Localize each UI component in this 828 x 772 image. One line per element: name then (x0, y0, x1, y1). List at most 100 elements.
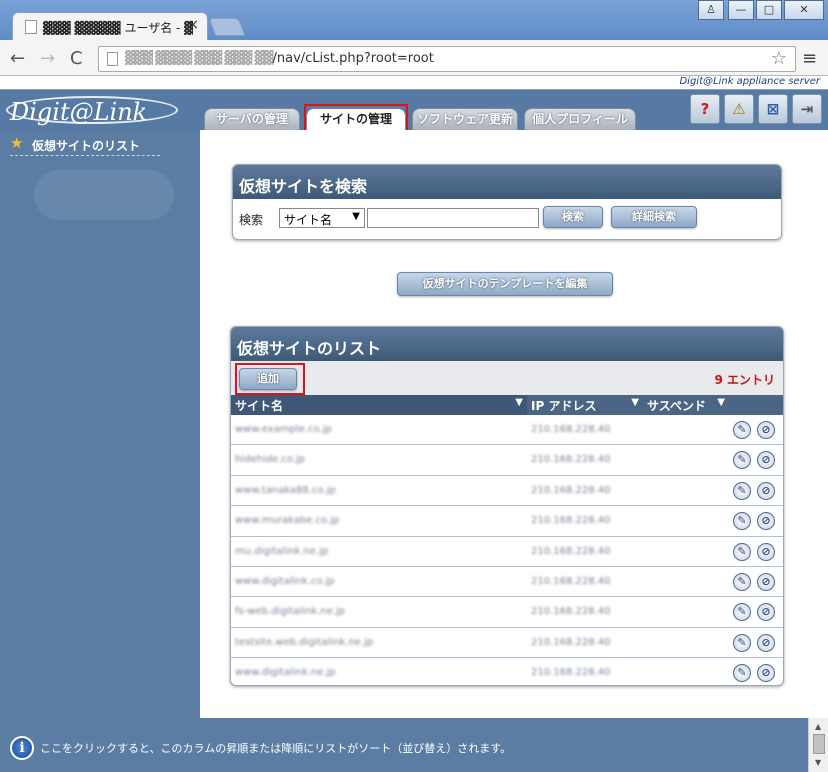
main-content: 仮想サイトを検索 検索 サイト名 ▼ 検索 詳細検索 仮想サイトのテンプレートを… (200, 130, 828, 718)
site-name-cell[interactable]: hidehide.co.jp (235, 454, 305, 465)
site-name-cell[interactable]: www.digitalink.ne.jp (235, 667, 336, 678)
browser-toolbar: ← → C ▓▓▓ ▓▓▓▓ ▓▓▓ ▓▓▓ ▓▓/nav/cList.php?… (0, 40, 828, 76)
page-icon (25, 20, 37, 34)
app-top-strip: Digit@Link appliance server (0, 76, 828, 90)
suspend-icon[interactable]: ⊘ (757, 451, 775, 470)
edit-pencil-icon[interactable]: ✎ (733, 572, 751, 591)
star-icon: ★ (10, 134, 24, 152)
table-row: www.tanaka88.co.jp 210.168.228.40 ✎ ⊘ (231, 476, 783, 507)
search-panel-title: 仮想サイトを検索 (233, 165, 781, 199)
user-icon[interactable]: ♙ (698, 0, 724, 20)
edit-pencil-icon[interactable]: ✎ (733, 512, 751, 531)
tab-personal-profile[interactable]: 個人プロフィール (524, 108, 636, 130)
column-header-ip-address[interactable]: IP アドレス ▼ (527, 395, 643, 415)
suspend-icon[interactable]: ⊘ (757, 481, 775, 500)
status-text: ここをクリックすると、このカラムの昇順または降順にリストがソート（並び替え）され… (40, 742, 512, 755)
edit-template-button[interactable]: 仮想サイトのテンプレートを編集 (397, 272, 613, 296)
site-name-cell[interactable]: www.tanaka88.co.jp (235, 485, 336, 496)
close-window-button[interactable]: ✕ (784, 0, 824, 20)
ip-address-cell: 210.168.228.40 (531, 454, 611, 466)
sort-arrow-icon: ▼ (717, 397, 725, 408)
search-field-select[interactable]: サイト名 ▼ (279, 208, 365, 228)
scroll-down-icon[interactable]: ▼ (815, 758, 821, 767)
sidebar-item-label: 仮想サイトのリスト (32, 139, 141, 153)
search-panel: 仮想サイトを検索 検索 サイト名 ▼ 検索 詳細検索 (232, 164, 782, 240)
advanced-search-button[interactable]: 詳細検索 (611, 206, 697, 228)
scroll-up-icon[interactable]: ▲ (815, 722, 821, 731)
column-header-suspend[interactable]: サスペンド ▼ (643, 395, 783, 415)
site-name-cell[interactable]: testsite.web.digitalink.ne.jp (235, 637, 373, 648)
site-name-cell[interactable]: mu.digitalink.ne.jp (235, 546, 328, 557)
suspend-icon[interactable]: ⊘ (757, 633, 775, 652)
suspend-icon[interactable]: ⊘ (757, 572, 775, 591)
ip-address-cell: 210.168.228.40 (531, 575, 611, 587)
entry-count: 9 エントリ (714, 373, 775, 387)
dropdown-arrow-icon: ▼ (352, 211, 360, 222)
search-select-value: サイト名 (284, 213, 333, 227)
column-header-label: サイト名 (235, 399, 284, 413)
table-row: hidehide.co.jp 210.168.228.40 ✎ ⊘ (231, 445, 783, 476)
table-row: www.example.co.jp 210.168.228.40 ✎ ⊘ (231, 415, 783, 446)
column-header-site-name[interactable]: サイト名 ▼ (231, 395, 527, 415)
edit-pencil-icon[interactable]: ✎ (733, 421, 751, 439)
bookmark-star-icon[interactable]: ☆ (771, 48, 787, 69)
minimize-button[interactable]: — (728, 0, 754, 20)
tab-software-update[interactable]: ソフトウェア更新 (412, 108, 518, 130)
browser-tab[interactable]: ▓▓▓ ▓▓▓▓▓ ユーザ名 - ▓ × (12, 12, 208, 40)
suspend-icon[interactable]: ⊘ (757, 603, 775, 622)
add-highlight-box (235, 363, 305, 395)
table-row: testsite.web.digitalink.ne.jp 210.168.22… (231, 628, 783, 659)
warning-icon[interactable]: ⚠ (724, 94, 754, 124)
browser-menu-icon[interactable]: ≡ (802, 48, 817, 69)
address-bar[interactable]: ▓▓▓ ▓▓▓▓ ▓▓▓ ▓▓▓ ▓▓/nav/cList.php?root=r… (98, 46, 796, 72)
close-tab-icon[interactable]: × (187, 17, 199, 33)
suspend-icon[interactable]: ⊘ (757, 421, 775, 439)
site-name-cell[interactable]: www.digitalink.co.jp (235, 576, 335, 587)
table-row: www.murakabe.co.jp 210.168.228.40 ✎ ⊘ (231, 506, 783, 537)
forward-icon[interactable]: → (40, 48, 55, 69)
maximize-button[interactable]: □ (756, 0, 782, 20)
sort-arrow-icon: ▼ (515, 397, 523, 408)
list-toolbar (231, 361, 783, 395)
site-name-cell[interactable]: fs-web.digitalink.ne.jp (235, 606, 345, 617)
scroll-thumb[interactable] (813, 734, 825, 754)
url-text: ▓▓▓ ▓▓▓▓ ▓▓▓ ▓▓▓ ▓▓/nav/cList.php?root=r… (125, 51, 434, 66)
ip-address-cell: 210.168.228.40 (531, 484, 611, 496)
site-name-cell[interactable]: www.example.co.jp (235, 424, 332, 435)
app-logo: Digit@Link (10, 98, 148, 126)
sidebar-item-virtual-site-list[interactable]: ★ 仮想サイトのリスト (10, 134, 160, 156)
search-label: 検索 (239, 213, 264, 227)
logout-icon[interactable]: ⇥ (792, 94, 822, 124)
site-name-cell[interactable]: www.murakabe.co.jp (235, 515, 339, 526)
edit-pencil-icon[interactable]: ✎ (733, 633, 751, 652)
new-tab-button[interactable] (208, 18, 246, 36)
vertical-scrollbar[interactable]: ▲ ▼ (808, 718, 828, 772)
window-titlebar: ▓▓▓ ▓▓▓▓▓ ユーザ名 - ▓ × ♙ — □ ✕ (0, 0, 828, 40)
ip-address-cell: 210.168.228.40 (531, 636, 611, 648)
edit-pencil-icon[interactable]: ✎ (733, 603, 751, 622)
sidebar-decoration (34, 170, 174, 220)
search-button[interactable]: 検索 (543, 206, 603, 228)
suspend-icon[interactable]: ⊘ (757, 664, 775, 683)
edit-pencil-icon[interactable]: ✎ (733, 451, 751, 470)
suspend-icon[interactable]: ⊘ (757, 542, 775, 561)
edit-pencil-icon[interactable]: ✎ (733, 664, 751, 683)
ip-address-cell: 210.168.228.40 (531, 515, 611, 527)
edit-pencil-icon[interactable]: ✎ (733, 542, 751, 561)
edit-pencil-icon[interactable]: ✎ (733, 481, 751, 500)
ip-address-cell: 210.168.228.40 (531, 545, 611, 557)
sidebar: ★ 仮想サイトのリスト (0, 130, 200, 718)
table-row: www.digitalink.co.jp 210.168.228.40 ✎ ⊘ (231, 567, 783, 598)
suspend-icon[interactable]: ⊘ (757, 512, 775, 531)
back-icon[interactable]: ← (10, 48, 25, 69)
url-host: ▓▓▓ ▓▓▓▓ ▓▓▓ ▓▓▓ ▓▓ (125, 51, 273, 66)
reload-icon[interactable]: C (70, 48, 83, 69)
tab-title: ▓▓▓ ▓▓▓▓▓ ユーザ名 - ▓ (43, 21, 193, 35)
tab-server-management[interactable]: サーバの管理 (204, 108, 300, 130)
brand-text: Digit@Link appliance server (679, 76, 820, 87)
search-input[interactable] (367, 208, 539, 228)
ip-address-cell: 210.168.228.40 (531, 424, 611, 435)
help-icon[interactable]: ? (690, 94, 720, 124)
window-icon[interactable]: ⊠ (758, 94, 788, 124)
site-list-rows: www.example.co.jp 210.168.228.40 ✎ ⊘ hid… (231, 415, 783, 685)
